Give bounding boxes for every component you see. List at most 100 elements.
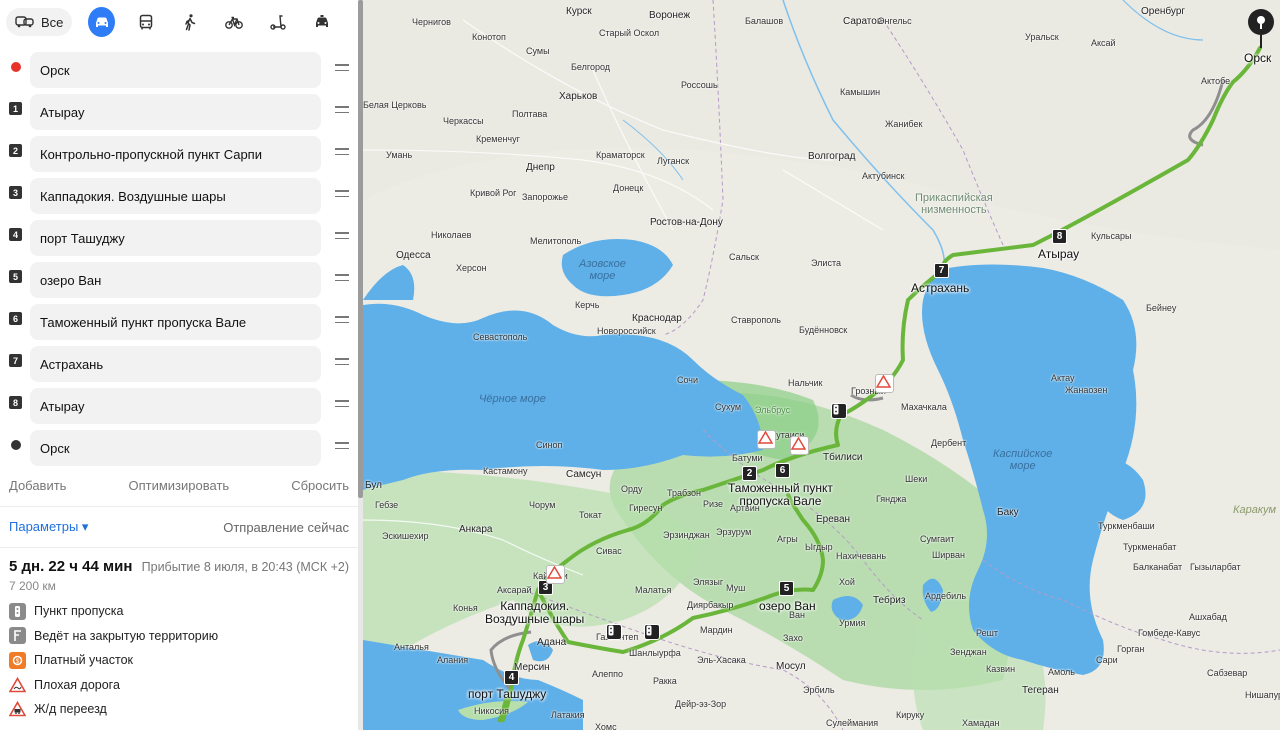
route-pin-2[interactable]: 2: [742, 466, 757, 481]
waypoint-input[interactable]: Орск: [30, 52, 321, 88]
map-label: Краснодар: [632, 313, 682, 324]
scooter-icon[interactable]: [264, 7, 291, 37]
map-label: Туркменбаши: [1098, 521, 1155, 531]
mode-all-label: Все: [41, 14, 64, 30]
waypoint-number: 5: [9, 270, 22, 283]
drag-handle-icon[interactable]: [335, 442, 349, 450]
map-label: Бул: [365, 480, 382, 491]
waypoint-number-badge: 8: [9, 396, 22, 409]
bus-icon[interactable]: [132, 7, 159, 37]
optimize-button[interactable]: Оптимизировать: [128, 478, 229, 493]
waypoint-input[interactable]: Астрахань: [30, 346, 321, 382]
map-label: Самсун: [566, 469, 602, 480]
drag-handle-icon[interactable]: [335, 274, 349, 282]
drag-handle-icon[interactable]: [335, 190, 349, 198]
car-icon[interactable]: [88, 7, 116, 37]
map-label: Эскишехир: [382, 531, 429, 541]
route-pin-4[interactable]: 4: [504, 670, 519, 685]
bad-road-icon[interactable]: [790, 436, 809, 455]
route-label-cappadocia: Каппадокия. Воздушные шары: [485, 599, 585, 626]
route-pin-7[interactable]: 7: [934, 263, 949, 278]
bad-road-icon[interactable]: [546, 565, 565, 584]
sea-label-black: Чёрное море: [479, 393, 546, 405]
waypoint-row: Орск: [0, 424, 358, 466]
reset-button[interactable]: Сбросить: [291, 478, 349, 493]
route-pin-8[interactable]: 8: [1052, 229, 1067, 244]
waypoint-input[interactable]: Контрольно-пропускной пункт Сарпи: [30, 136, 321, 172]
bad-road-icon[interactable]: [875, 374, 894, 393]
map-label: Николаев: [431, 230, 472, 240]
waypoint-number-badge: 3: [9, 186, 22, 199]
map-label: Аксай: [1091, 38, 1116, 48]
drag-handle-icon[interactable]: [335, 64, 349, 72]
map-label: Зенджан: [950, 647, 987, 657]
waypoint-input[interactable]: Атырау: [30, 388, 321, 424]
destination-pin[interactable]: [1247, 8, 1275, 48]
drag-handle-icon[interactable]: [335, 106, 349, 114]
map-label: Ставрополь: [731, 315, 781, 325]
waypoint-input[interactable]: озеро Ван: [30, 262, 321, 298]
map-label: Алания: [437, 655, 469, 665]
waypoint-input[interactable]: Орск: [30, 430, 321, 466]
mode-all-button[interactable]: Все: [6, 8, 73, 36]
map-label: Уральск: [1025, 32, 1059, 42]
map-view[interactable]: Курск Воронеж Балашов Саратов Энгельс Ур…: [363, 0, 1280, 730]
walk-icon[interactable]: [176, 7, 203, 37]
drag-handle-icon[interactable]: [335, 400, 349, 408]
railway-crossing-icon: [9, 701, 26, 718]
map-label: Тегеран: [1022, 685, 1059, 696]
waypoint-row: 2 Контрольно-пропускной пункт Сарпи: [0, 130, 358, 172]
route-pin-6[interactable]: 6: [775, 463, 790, 478]
waypoint-row: 3 Каппадокия. Воздушные шары: [0, 172, 358, 214]
map-label: Ростов-на-Дону: [650, 217, 723, 228]
map-label: Орду: [621, 484, 643, 494]
drag-handle-icon[interactable]: [335, 358, 349, 366]
waypoint-row: 8 Атырау: [0, 382, 358, 424]
checkpoint-icon[interactable]: [644, 624, 660, 640]
map-label: Умань: [386, 150, 413, 160]
add-waypoint-button[interactable]: Добавить: [9, 478, 66, 493]
map-label: Муш: [726, 583, 746, 593]
map-label: Гызыларбат: [1190, 562, 1241, 572]
legend-label: Платный участок: [34, 653, 133, 668]
map-label: Новороссийск: [597, 326, 656, 336]
drag-handle-icon[interactable]: [335, 316, 349, 324]
map-label: Одесса: [396, 250, 431, 261]
checkpoint-icon[interactable]: [831, 403, 847, 419]
map-label: Донецк: [613, 183, 644, 193]
map-label: Анталья: [394, 642, 429, 652]
map-label: Сумы: [526, 46, 550, 56]
bad-road-icon[interactable]: [757, 430, 776, 449]
params-dropdown[interactable]: Параметры ▾: [9, 519, 88, 535]
waypoint-input[interactable]: Таможенный пункт пропуска Вале: [30, 304, 321, 340]
drag-handle-icon[interactable]: [335, 232, 349, 240]
taxi-icon[interactable]: [308, 7, 335, 37]
route-summary[interactable]: 5 дн. 22 ч 44 мин Прибытие 8 июля, в 20:…: [0, 548, 358, 593]
legend-item: Ведёт на закрытую территорию: [9, 624, 349, 649]
bicycle-icon[interactable]: [220, 7, 247, 37]
route-label-atyrau: Атырау: [1038, 247, 1080, 261]
route-pin-5[interactable]: 5: [779, 581, 794, 596]
drag-handle-icon[interactable]: [335, 148, 349, 156]
map-label: Гиресун: [629, 503, 663, 513]
departure-selector[interactable]: Отправление сейчас: [223, 520, 349, 535]
map-label: Кульсары: [1091, 231, 1132, 241]
map-label: Ыгдыр: [805, 542, 833, 552]
map-label: Тебриз: [873, 595, 906, 606]
map-label: Старый Оскол: [599, 28, 660, 38]
map-label: Хамадан: [962, 718, 1000, 728]
waypoint-input[interactable]: Каппадокия. Воздушные шары: [30, 178, 321, 214]
route-legend: Пункт пропуска Ведёт на закрытую террито…: [0, 593, 358, 722]
map-label: Черкассы: [443, 116, 484, 126]
map-label: Ризе: [703, 499, 724, 509]
waypoint-input[interactable]: Атырау: [30, 94, 321, 130]
route-duration: 5 дн. 22 ч 44 мин: [9, 558, 133, 575]
map-label: Ардебиль: [925, 591, 967, 601]
waypoint-number: 8: [9, 396, 22, 409]
app-window: Все Орск 1 Атырау 2 Контрольно-пропускной пу…: [0, 0, 1280, 730]
map-label: Камышин: [840, 87, 881, 97]
waypoint-input[interactable]: порт Ташуджу: [30, 220, 321, 256]
map-label: Севастополь: [473, 332, 528, 342]
checkpoint-icon[interactable]: [606, 624, 622, 640]
map-label: Тбилиси: [823, 452, 863, 463]
